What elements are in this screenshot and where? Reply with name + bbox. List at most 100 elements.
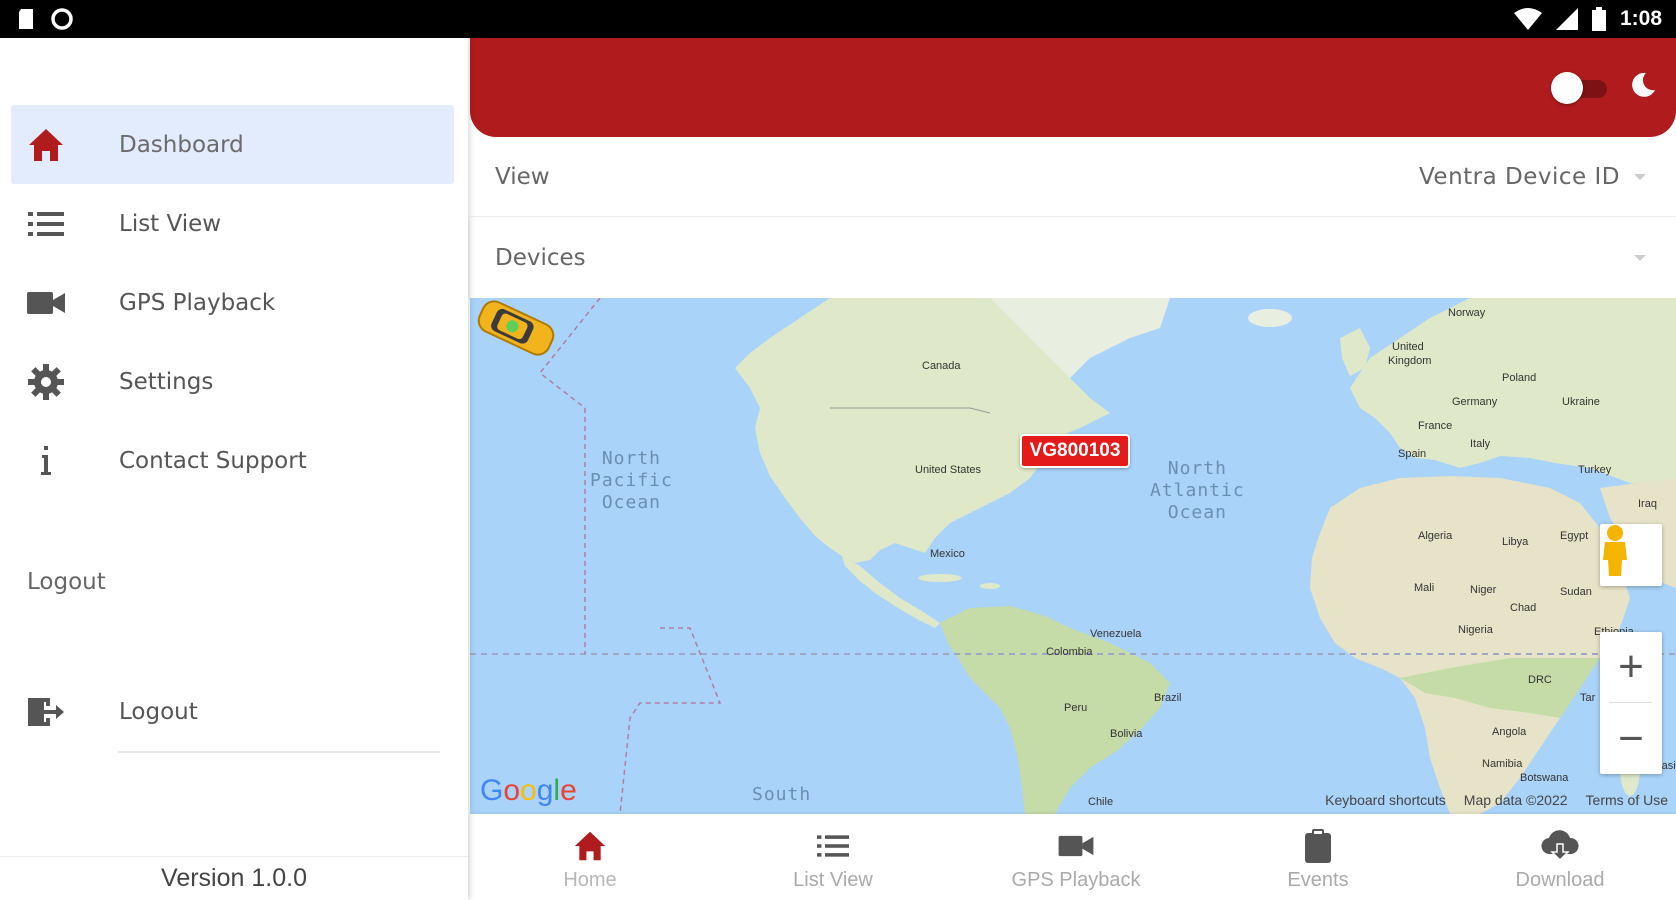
clock: 1:08	[1619, 7, 1662, 30]
map-place-label: Italy	[1470, 438, 1491, 450]
map-place-label: Egypt	[1560, 530, 1589, 542]
signal-icon	[1555, 8, 1578, 30]
drawer-item-label: Contact Support	[119, 447, 307, 474]
map-place-label: DRC	[1528, 674, 1552, 686]
map-place-label: Niger	[1470, 584, 1497, 596]
map-place-label: Peru	[1064, 702, 1088, 714]
map-place-label: Kingdom	[1388, 355, 1432, 367]
cloud-download-icon	[1541, 828, 1579, 864]
map-place-label: Chile	[1088, 796, 1114, 808]
ocean-label-south: South	[752, 784, 812, 805]
view-selector[interactable]: View Ventra Device ID	[470, 137, 1676, 217]
terms-of-use-link[interactable]: Terms of Use	[1586, 792, 1668, 808]
sd-card-icon	[19, 9, 33, 29]
moon-icon	[1632, 72, 1655, 97]
map-view[interactable]: North Pacific Ocean North Atlantic Ocean Sou…	[470, 298, 1676, 814]
bottom-nav-events[interactable]: Events	[1218, 814, 1418, 900]
map-place-label: Iraq	[1638, 498, 1657, 510]
drawer-section-logout: Logout	[27, 569, 106, 595]
battery-icon	[1591, 7, 1606, 31]
ocean-label-north-atlantic: North Atlantic Ocean	[1150, 458, 1245, 523]
map-place-label: Germany	[1452, 396, 1498, 408]
map-place-label: Algeria	[1418, 530, 1453, 542]
map-data-label: Map data ©2022	[1463, 792, 1568, 808]
drawer-item-settings[interactable]: Settings	[11, 342, 454, 421]
bottom-nav-label: List View	[793, 869, 873, 891]
view-value: Ventra Device ID	[1418, 163, 1620, 190]
map-place-label: Bolivia	[1110, 728, 1143, 740]
toggle-thumb	[1551, 72, 1583, 104]
map-place-label: France	[1418, 420, 1453, 432]
home-icon	[25, 124, 67, 166]
map-place-label: Poland	[1502, 372, 1537, 384]
map-place-label: Libya	[1502, 536, 1529, 548]
info-icon	[25, 440, 67, 482]
street-view-pegman-button[interactable]	[1600, 524, 1662, 586]
zoom-out-button[interactable]: −	[1600, 704, 1662, 774]
version-label: Version 1.0.0	[161, 864, 307, 892]
bottom-nav-download[interactable]: Download	[1460, 814, 1660, 900]
drawer-item-logout[interactable]: Logout	[11, 672, 454, 751]
video-camera-icon	[1058, 828, 1094, 864]
drawer-item-label: Logout	[119, 698, 198, 725]
map-place-label: Venezuela	[1090, 628, 1142, 640]
map-place-label: Mali	[1414, 582, 1435, 594]
map-place-label: United	[1392, 341, 1424, 353]
bottom-nav-label: Home	[563, 869, 617, 891]
circle-notification-icon	[51, 8, 73, 30]
map-place-label: Spain	[1398, 448, 1427, 460]
view-label: View	[495, 163, 550, 190]
map-place-label: Turkey	[1578, 464, 1612, 476]
drawer-item-dashboard[interactable]: Dashboard	[11, 105, 454, 184]
map-place-label: Canada	[922, 360, 961, 372]
map-place-label: Colombia	[1046, 646, 1093, 658]
bottom-nav-label: GPS Playback	[1011, 869, 1141, 891]
gear-icon	[25, 361, 67, 403]
dark-mode-toggle[interactable]	[1551, 72, 1609, 104]
divider	[0, 856, 468, 857]
bottom-nav-list-view[interactable]: List View	[733, 814, 933, 900]
chevron-down-icon	[1634, 255, 1646, 261]
wifi-icon	[1513, 8, 1542, 30]
zoom-in-button[interactable]: +	[1600, 632, 1662, 702]
map-place-label: Angola	[1492, 726, 1527, 738]
bottom-navigation: Home List View GPS Playback Events Downl…	[470, 814, 1676, 900]
chevron-down-icon	[1634, 173, 1646, 180]
drawer-item-label: GPS Playback	[119, 289, 276, 316]
bottom-nav-home[interactable]: Home	[490, 814, 690, 900]
divider	[1610, 702, 1652, 703]
bottom-nav-gps-playback[interactable]: GPS Playback	[976, 814, 1176, 900]
clipboard-icon	[1305, 828, 1331, 864]
drawer-item-list-view[interactable]: List View	[11, 184, 454, 263]
app-header	[470, 38, 1676, 137]
bottom-nav-label: Download	[1515, 869, 1605, 891]
divider	[118, 751, 440, 753]
google-logo: Google	[480, 774, 577, 807]
device-id-label[interactable]: VG800103	[1020, 434, 1130, 468]
zoom-controls: + −	[1600, 632, 1662, 774]
map-place-label: Mexico	[930, 548, 965, 560]
drawer-item-label: List View	[119, 210, 222, 237]
pegman-icon	[1603, 525, 1627, 576]
drawer-item-label: Dashboard	[119, 131, 244, 158]
bottom-nav-label: Events	[1287, 869, 1349, 891]
drawer-item-gps-playback[interactable]: GPS Playback	[11, 263, 454, 342]
list-icon	[817, 828, 849, 864]
map-place-label: Botswana	[1520, 772, 1569, 784]
logout-icon	[25, 691, 67, 733]
status-bar: 1:08	[0, 0, 1676, 38]
vehicle-marker-icon[interactable]	[470, 298, 562, 358]
devices-selector[interactable]: Devices	[470, 218, 1676, 298]
map-place-label: Chad	[1510, 602, 1537, 614]
map-place-label: Norway	[1448, 307, 1486, 319]
navigation-drawer: Dashboard List View GPS Playback Setting…	[0, 38, 468, 900]
drawer-item-contact-support[interactable]: Contact Support	[11, 421, 454, 500]
map-place-label: Brazil	[1154, 692, 1182, 704]
ocean-label-north-pacific: North Pacific Ocean	[590, 448, 673, 513]
keyboard-shortcuts-link[interactable]: Keyboard shortcuts	[1325, 792, 1446, 808]
map-place-label: Tar	[1580, 692, 1596, 704]
map-place-label: Ukraine	[1562, 396, 1600, 408]
video-camera-icon	[25, 282, 67, 324]
devices-label: Devices	[495, 245, 586, 271]
map-place-label: United States	[915, 464, 982, 476]
